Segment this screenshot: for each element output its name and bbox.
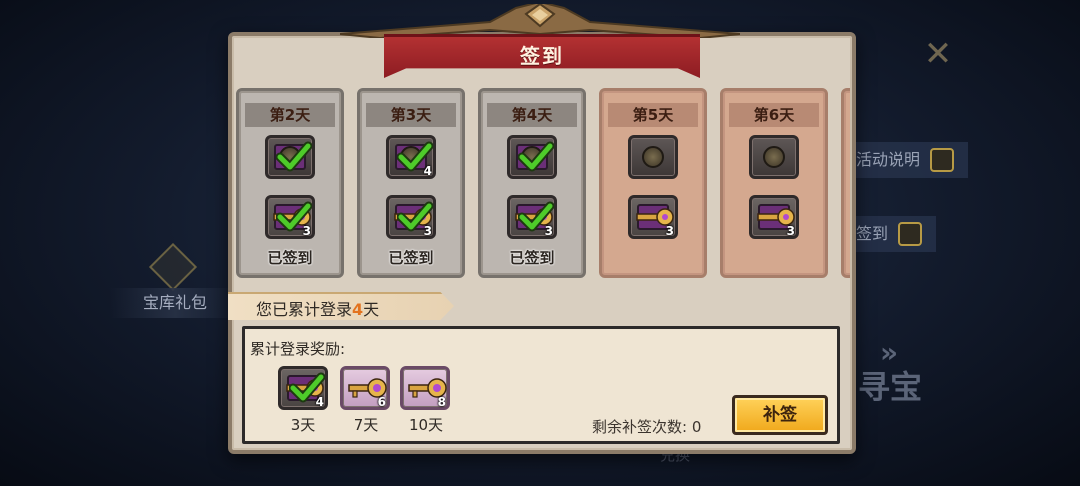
reward-qty: 3 bbox=[302, 224, 311, 238]
cumulative-suffix: 天 bbox=[363, 300, 380, 319]
rewards-title: 累计登录奖励: bbox=[250, 340, 346, 358]
day-card[interactable]: 第6天 3 bbox=[720, 88, 828, 278]
reward-qty: 3 bbox=[786, 224, 795, 238]
treasure-hunt-title: 寻宝 bbox=[858, 368, 923, 406]
reward-qty: 8 bbox=[437, 395, 446, 409]
activity-info-label: 活动说明 bbox=[856, 150, 921, 169]
day-card[interactable]: 第3天 4 3 已签到 bbox=[357, 88, 465, 278]
day-label: 第4天 bbox=[487, 103, 577, 127]
reward-item[interactable]: 3 bbox=[265, 195, 315, 239]
dialog-title: 签到 bbox=[520, 44, 564, 68]
remaining-count: 0 bbox=[691, 418, 702, 436]
reward-item[interactable]: 3 bbox=[507, 195, 557, 239]
reward-day-label: 3天 bbox=[290, 416, 316, 434]
book-icon bbox=[930, 148, 955, 172]
reward-item[interactable] bbox=[507, 135, 557, 179]
check-icon bbox=[276, 141, 312, 172]
cumulative-prefix: 您已累计登录 bbox=[256, 300, 353, 319]
reward-day-label: 7天 bbox=[353, 416, 379, 434]
reward-day-label: 10天 bbox=[408, 416, 444, 434]
diamond-icon bbox=[148, 242, 198, 292]
sign-in-side-label: 签到 bbox=[856, 224, 889, 243]
check-icon bbox=[518, 141, 554, 172]
coin-chest-icon bbox=[763, 146, 785, 168]
treasure-pack-button[interactable]: 宝库礼包 bbox=[110, 288, 240, 318]
reward-qty: 3 bbox=[665, 224, 674, 238]
day-card[interactable]: 第2天 3 已签到 bbox=[236, 88, 344, 278]
reward-item[interactable] bbox=[265, 135, 315, 179]
day-card-partial[interactable] bbox=[841, 88, 850, 278]
reward-item[interactable]: 4 bbox=[386, 135, 436, 179]
day-card[interactable]: 第4天 3 已签到 bbox=[478, 88, 586, 278]
activity-info-button[interactable]: 活动说明 bbox=[838, 142, 969, 178]
cumulative-reward-item[interactable]: 4 bbox=[278, 366, 328, 410]
signed-status: 已签到 bbox=[509, 249, 555, 267]
title-ornament-icon bbox=[340, 4, 740, 38]
cumulative-reward-item[interactable]: 8 bbox=[400, 366, 450, 410]
reward-item[interactable]: 3 bbox=[628, 195, 678, 239]
remaining-makeup-text: 剩余补签次数: 0 bbox=[592, 416, 701, 437]
coin-chest-icon bbox=[642, 146, 664, 168]
reward-qty: 4 bbox=[315, 395, 324, 409]
day-card-list[interactable]: 第2天 3 已签到 第3天 4 3 已签到 第4天 3 已签到 第5天 3 第6… bbox=[236, 88, 850, 280]
reward-qty: 3 bbox=[544, 224, 553, 238]
cumulative-reward-item[interactable]: 6 bbox=[340, 366, 390, 410]
day-card[interactable]: 第5天 3 bbox=[599, 88, 707, 278]
reward-qty: 6 bbox=[377, 395, 386, 409]
remaining-label: 剩余补签次数: bbox=[592, 418, 688, 436]
reward-qty: 4 bbox=[423, 164, 432, 178]
signed-status: 已签到 bbox=[388, 249, 434, 267]
calendar-icon bbox=[898, 222, 923, 246]
day-label: 第2天 bbox=[245, 103, 335, 127]
day-label: 第6天 bbox=[729, 103, 819, 127]
reward-item[interactable]: 3 bbox=[749, 195, 799, 239]
reward-item[interactable] bbox=[628, 135, 678, 179]
day-label: 第5天 bbox=[608, 103, 698, 127]
cumulative-count: 4 bbox=[352, 300, 364, 319]
reward-item[interactable]: 3 bbox=[386, 195, 436, 239]
makeup-sign-button[interactable]: 补签 bbox=[732, 395, 828, 435]
cumulative-login-text: 您已累计登录4天 bbox=[256, 296, 379, 320]
day-label: 第3天 bbox=[366, 103, 456, 127]
reward-item[interactable] bbox=[749, 135, 799, 179]
reward-qty: 3 bbox=[423, 224, 432, 238]
signed-status: 已签到 bbox=[267, 249, 313, 267]
close-icon[interactable]: ✕ bbox=[918, 34, 958, 74]
